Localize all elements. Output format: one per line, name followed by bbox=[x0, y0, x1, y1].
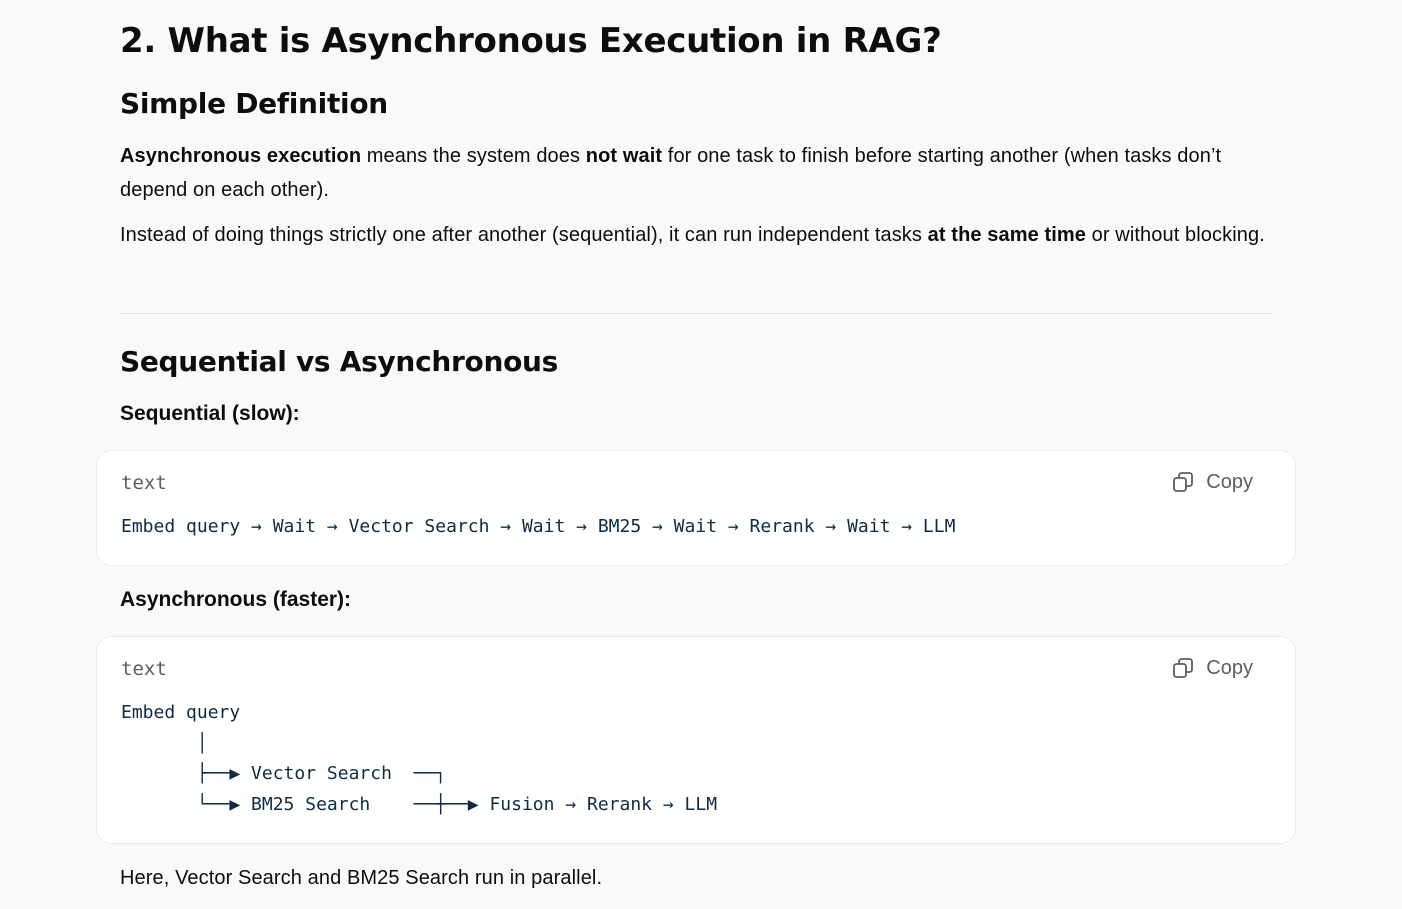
copy-button[interactable]: Copy bbox=[1172, 469, 1253, 495]
text-run: Instead of doing things strictly one aft… bbox=[120, 224, 928, 246]
section-heading: 2. What is Asynchronous Execution in RAG… bbox=[120, 21, 942, 61]
bold-term: at the same time bbox=[927, 224, 1087, 246]
copy-label: Copy bbox=[1206, 471, 1253, 493]
footer-paragraph: Here, Vector Search and BM25 Search run … bbox=[120, 867, 603, 889]
simple-definition-heading: Simple Definition bbox=[120, 87, 388, 120]
comparison-heading: Sequential vs Asynchronous bbox=[120, 345, 559, 378]
text-run: or without blocking. bbox=[1086, 224, 1265, 246]
section-divider bbox=[120, 313, 1272, 314]
bold-term: Asynchronous execution bbox=[120, 145, 362, 167]
copy-label: Copy bbox=[1206, 657, 1253, 679]
copy-icon bbox=[1173, 658, 1194, 678]
bold-term: not wait bbox=[585, 145, 663, 167]
asynchronous-label: Asynchronous (faster): bbox=[120, 588, 352, 611]
code-language-label: text bbox=[121, 658, 167, 680]
copy-icon bbox=[1173, 472, 1194, 492]
definition-paragraph-1: Asynchronous execution means the system … bbox=[120, 139, 1272, 207]
definition-paragraph-2: Instead of doing things strictly one aft… bbox=[120, 218, 1272, 252]
sequential-code: Embed query → Wait → Vector Search → Wai… bbox=[121, 516, 956, 537]
sequential-code-block: text Copy Embed query → Wait → Vector Se… bbox=[96, 450, 1296, 566]
asynchronous-code: Embed query │ ├──▶ Vector Search ──┐ └──… bbox=[121, 702, 718, 815]
copy-button[interactable]: Copy bbox=[1172, 655, 1253, 681]
text-run: means the system does bbox=[361, 145, 586, 167]
asynchronous-code-block: text Copy Embed query │ ├──▶ Vector Sear… bbox=[96, 636, 1296, 844]
code-language-label: text bbox=[121, 472, 167, 494]
sequential-label: Sequential (slow): bbox=[120, 402, 300, 425]
